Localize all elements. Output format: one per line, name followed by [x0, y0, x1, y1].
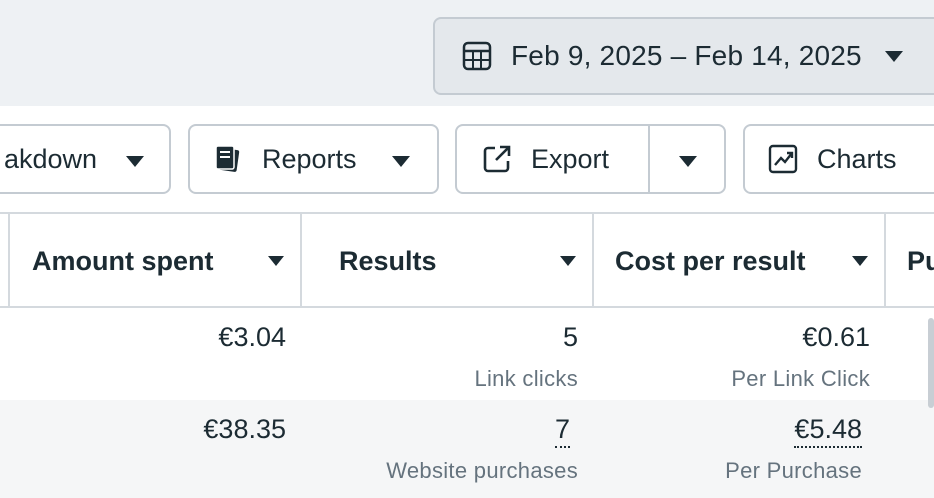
column-label: Cost per result [615, 245, 806, 276]
results-value: 5 [562, 322, 578, 352]
column-header-amount-spent[interactable]: Amount spent [8, 214, 302, 308]
export-dropdown-chevron-icon[interactable] [679, 156, 697, 167]
table-header: Amount spent Results Cost per result Pu [0, 212, 934, 308]
cost-type: Per Link Click [731, 366, 870, 391]
cell-cost-per-result: €0.61 Per Link Click [592, 308, 886, 400]
ads-table: Amount spent Results Cost per result Pu … [0, 212, 934, 498]
column-header-cost-per-result[interactable]: Cost per result [592, 214, 886, 308]
results-type: Website purchases [386, 458, 578, 483]
cell-results: 7 Website purchases [300, 400, 594, 492]
reports-label: Reports [262, 143, 357, 174]
toolbar: akdown Reports Export Charts [0, 106, 934, 212]
sort-caret-icon[interactable] [268, 256, 284, 266]
column-header-results[interactable]: Results [300, 214, 594, 308]
results-value-link[interactable]: 7 [554, 414, 570, 448]
export-button[interactable]: Export [455, 124, 726, 194]
column-label: Results [339, 245, 437, 276]
sort-caret-icon[interactable] [852, 256, 868, 266]
external-link-icon [483, 145, 511, 173]
table-row[interactable]: €3.04 5 Link clicks €0.61 Per Link Click [0, 308, 934, 400]
calendar-icon [462, 41, 492, 71]
top-bar: Feb 9, 2025 – Feb 14, 2025 [0, 0, 934, 106]
column-header-purchases[interactable]: Pu [884, 214, 934, 308]
amount-spent-value: €38.35 [203, 414, 286, 444]
charts-button[interactable]: Charts [743, 124, 934, 194]
column-label: Amount spent [32, 245, 214, 276]
chart-trend-icon [768, 144, 798, 174]
chevron-down-icon [885, 51, 903, 62]
cell-amount-spent: €3.04 [8, 308, 302, 400]
charts-label: Charts [817, 143, 897, 174]
cost-per-result-value: €0.61 [802, 322, 870, 352]
export-label: Export [531, 143, 610, 174]
cost-type: Per Purchase [725, 458, 862, 483]
chevron-down-icon [126, 156, 144, 167]
breakdown-button[interactable]: akdown [0, 124, 171, 194]
cost-per-result-value-link[interactable]: €5.48 [794, 414, 862, 448]
date-range-label: Feb 9, 2025 – Feb 14, 2025 [511, 40, 862, 71]
sort-caret-icon[interactable] [560, 256, 576, 266]
cell-cost-per-result: €5.48 Per Purchase [592, 400, 886, 492]
column-label: Pu [907, 245, 934, 276]
reports-icon [215, 145, 240, 172]
results-type: Link clicks [474, 366, 578, 391]
reports-button[interactable]: Reports [188, 124, 439, 194]
cell-amount-spent: €38.35 [8, 400, 302, 492]
split-divider [648, 126, 650, 192]
amount-spent-value: €3.04 [218, 322, 286, 352]
breakdown-label: akdown [4, 143, 98, 174]
chevron-down-icon [392, 156, 410, 167]
cell-results: 5 Link clicks [300, 308, 594, 400]
table-row[interactable]: €38.35 7 Website purchases €5.48 Per Pur… [0, 400, 934, 498]
date-range-picker[interactable]: Feb 9, 2025 – Feb 14, 2025 [433, 17, 934, 95]
vertical-scrollbar[interactable] [928, 318, 934, 408]
